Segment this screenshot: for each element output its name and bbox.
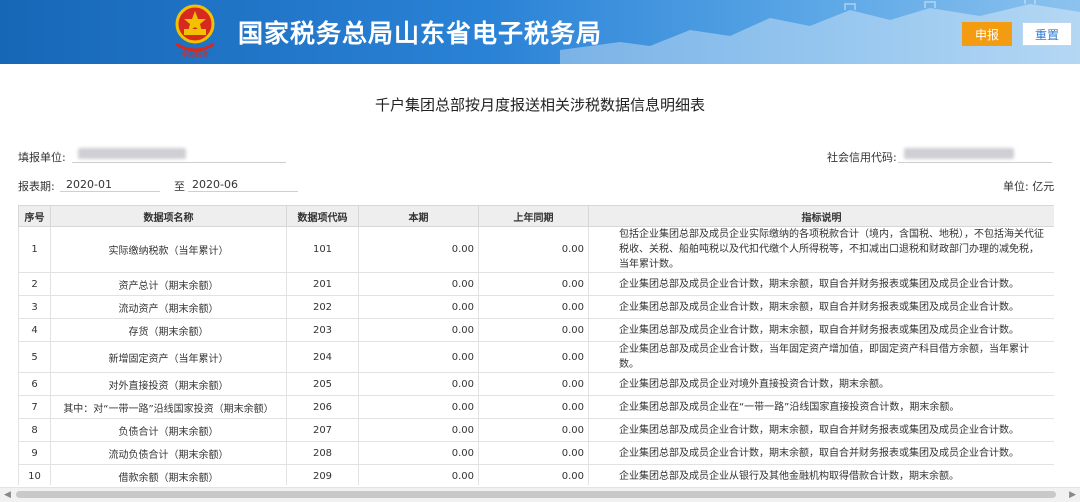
data-table: 序号 数据项名称 数据项代码 本期 上年同期 指标说明 1 实际缴纳税款（当年累计… (18, 205, 1054, 485)
row-code-cell: 101 (286, 226, 359, 273)
col-header-current: 本期 (358, 205, 479, 227)
table-row: 3 流动资产（期末余额） 202 0.00 0.00 企业集团总部及成员企业合计数，期末余… (18, 295, 1054, 319)
row-prev-year-value-input[interactable]: 0.00 (478, 418, 589, 442)
row-code-cell: 206 (286, 395, 359, 419)
row-current-value-input[interactable]: 0.00 (358, 372, 479, 396)
row-description-cell: 企业集团总部及成员企业合计数，期末余额，取自合并财务报表或集团及成员企业合计数。 (588, 418, 1054, 442)
col-header-name: 数据项名称 (50, 205, 287, 227)
row-code-cell: 205 (286, 372, 359, 396)
row-prev-year-value-input[interactable]: 0.00 (478, 272, 589, 296)
row-no-cell: 1 (18, 226, 51, 273)
row-description-cell: 企业集团总部及成员企业合计数，当年固定资产增加值，即固定资产科目借方余额，当年累… (588, 341, 1054, 373)
row-description-cell: 企业集团总部及成员企业合计数，期末余额，取自合并财务报表或集团及成员企业合计数。 (588, 295, 1054, 319)
table-row: 6 对外直接投资（期末余额） 205 0.00 0.00 企业集团总部及成员企业对境外直接… (18, 372, 1054, 396)
row-no-cell: 8 (18, 418, 51, 442)
table-row: 8 负债合计（期末余额） 207 0.00 0.00 企业集团总部及成员企业合计数，期末余… (18, 418, 1054, 442)
table-row: 2 资产总计（期末余额） 201 0.00 0.00 企业集团总部及成员企业合计数，期末余… (18, 272, 1054, 296)
row-prev-year-value-input[interactable]: 0.00 (478, 372, 589, 396)
row-no-cell: 6 (18, 372, 51, 396)
table-header-row: 序号 数据项名称 数据项代码 本期 上年同期 指标说明 (18, 205, 1054, 227)
table-row: 4 存货（期末余额） 203 0.00 0.00 企业集团总部及成员企业合计数，期末余额，… (18, 318, 1054, 342)
row-no-cell: 10 (18, 464, 51, 485)
national-emblem-icon: 中国税务 (175, 4, 215, 58)
form-title: 千户集团总部按月度报送相关涉税数据信息明细表 (374, 96, 705, 114)
row-current-value-input[interactable]: 0.00 (358, 226, 479, 273)
filler-label: 填报单位: (18, 151, 66, 164)
row-name-cell: 存货（期末余额） (50, 318, 287, 342)
row-current-value-input[interactable]: 0.00 (358, 441, 479, 465)
row-current-value-input[interactable]: 0.00 (358, 464, 479, 485)
row-name-cell: 其中：对“一带一路”沿线国家投资（期末余额） (50, 395, 287, 419)
row-no-cell: 5 (18, 341, 51, 373)
period-to-label: 至 (174, 180, 185, 193)
period-label: 报表期: (18, 180, 55, 193)
data-table-container[interactable]: 序号 数据项名称 数据项代码 本期 上年同期 指标说明 1 实际缴纳税款（当年累计… (18, 205, 1054, 485)
row-description-cell: 企业集团总部及成员企业合计数，期末余额，取自合并财务报表或集团及成员企业合计数。 (588, 441, 1054, 465)
row-current-value-input[interactable]: 0.00 (358, 341, 479, 373)
redacted-credit-code (904, 148, 1014, 159)
row-code-cell: 207 (286, 418, 359, 442)
row-prev-year-value-input[interactable]: 0.00 (478, 318, 589, 342)
row-description-cell: 包括企业集团总部及成员企业实际缴纳的各项税款合计（境内，含国税、地税），不包括海… (588, 226, 1054, 273)
row-name-cell: 流动资产（期末余额） (50, 295, 287, 319)
col-header-no: 序号 (18, 205, 51, 227)
row-code-cell: 209 (286, 464, 359, 485)
col-header-code: 数据项代码 (286, 205, 359, 227)
col-header-description: 指标说明 (588, 205, 1054, 227)
row-name-cell: 实际缴纳税款（当年累计） (50, 226, 287, 273)
row-prev-year-value-input[interactable]: 0.00 (478, 226, 589, 273)
row-prev-year-value-input[interactable]: 0.00 (478, 341, 589, 373)
col-header-prev-year: 上年同期 (478, 205, 589, 227)
row-name-cell: 对外直接投资（期末余额） (50, 372, 287, 396)
row-description-cell: 企业集团总部及成员企业合计数，期末余额，取自合并财务报表或集团及成员企业合计数。 (588, 318, 1054, 342)
row-description-cell: 企业集团总部及成员企业从银行及其他金融机构取得借款合计数，期末余额。 (588, 464, 1054, 485)
row-name-cell: 新增固定资产（当年累计） (50, 341, 287, 373)
row-name-cell: 流动负债合计（期末余额） (50, 441, 287, 465)
row-name-cell: 负债合计（期末余额） (50, 418, 287, 442)
row-no-cell: 2 (18, 272, 51, 296)
table-row: 10 借款余额（期末余额） 209 0.00 0.00 企业集团总部及成员企业从银行及其他… (18, 464, 1054, 485)
row-prev-year-value-input[interactable]: 0.00 (478, 295, 589, 319)
chevron-left-icon[interactable]: ◀ (4, 490, 11, 500)
period-end-value: 2020-06 (192, 178, 238, 191)
period-start-value: 2020-01 (66, 178, 112, 191)
row-description-cell: 企业集团总部及成员企业对境外直接投资合计数，期末余额。 (588, 372, 1054, 396)
row-current-value-input[interactable]: 0.00 (358, 318, 479, 342)
row-code-cell: 208 (286, 441, 359, 465)
credit-code-label: 社会信用代码: (827, 151, 897, 164)
row-code-cell: 201 (286, 272, 359, 296)
row-current-value-input[interactable]: 0.00 (358, 272, 479, 296)
row-code-cell: 203 (286, 318, 359, 342)
row-description-cell: 企业集团总部及成员企业合计数，期末余额，取自合并财务报表或集团及成员企业合计数。 (588, 272, 1054, 296)
row-current-value-input[interactable]: 0.00 (358, 418, 479, 442)
row-prev-year-value-input[interactable]: 0.00 (478, 464, 589, 485)
svg-text:中国税务: 中国税务 (181, 49, 209, 58)
row-description-cell: 企业集团总部及成员企业在“一带一路”沿线国家直接投资合计数，期末余额。 (588, 395, 1054, 419)
reset-button[interactable]: 重置 (1022, 22, 1072, 46)
chevron-right-icon[interactable]: ▶ (1069, 490, 1076, 500)
site-title: 国家税务总局山东省电子税务局 (238, 19, 603, 48)
table-row: 1 实际缴纳税款（当年累计） 101 0.00 0.00 包括企业集团总部及成员企业实际缴… (18, 226, 1054, 273)
horizontal-scrollbar[interactable]: ◀ ▶ (0, 487, 1080, 502)
table-row: 9 流动负债合计（期末余额） 208 0.00 0.00 企业集团总部及成员企业合计数，期… (18, 441, 1054, 465)
table-row: 5 新增固定资产（当年累计） 204 0.00 0.00 企业集团总部及成员企业合计数，当… (18, 341, 1054, 373)
row-code-cell: 204 (286, 341, 359, 373)
row-no-cell: 4 (18, 318, 51, 342)
table-row: 7 其中：对“一带一路”沿线国家投资（期末余额） 206 0.00 0.00 企业集团总部… (18, 395, 1054, 419)
row-current-value-input[interactable]: 0.00 (358, 295, 479, 319)
row-current-value-input[interactable]: 0.00 (358, 395, 479, 419)
row-no-cell: 3 (18, 295, 51, 319)
scrollbar-thumb[interactable] (16, 491, 1056, 498)
row-prev-year-value-input[interactable]: 0.00 (478, 395, 589, 419)
site-header: 中国税务 国家税务总局山东省电子税务局 申报 重置 (0, 0, 1080, 64)
submit-button[interactable]: 申报 (962, 22, 1012, 46)
row-no-cell: 7 (18, 395, 51, 419)
redacted-filler-value (78, 148, 186, 159)
row-name-cell: 借款余额（期末余额） (50, 464, 287, 485)
row-prev-year-value-input[interactable]: 0.00 (478, 441, 589, 465)
unit-label: 单位: 亿元 (1003, 180, 1055, 193)
row-code-cell: 202 (286, 295, 359, 319)
row-name-cell: 资产总计（期末余额） (50, 272, 287, 296)
row-no-cell: 9 (18, 441, 51, 465)
